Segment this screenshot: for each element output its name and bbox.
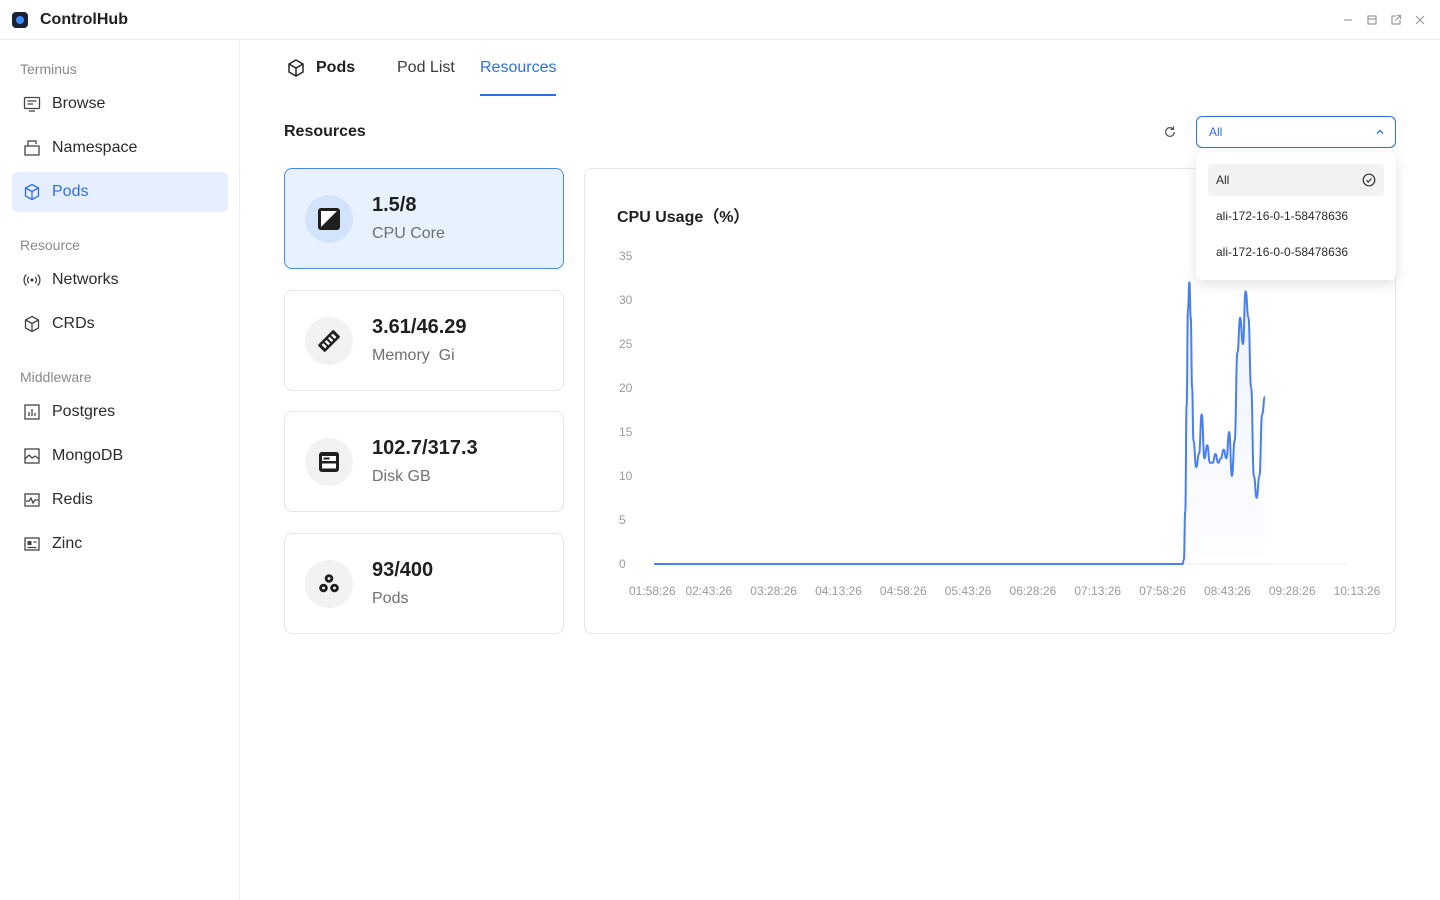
- cpu-icon: [318, 208, 340, 230]
- image-stack-icon: [22, 447, 42, 465]
- cpu-card[interactable]: 1.5/8 CPU Core: [284, 168, 564, 269]
- sidebar-item-redis[interactable]: Redis: [12, 480, 228, 520]
- card-label: Disk GB: [372, 468, 431, 485]
- page-title: Pods: [316, 59, 356, 76]
- wifi-icon: [22, 271, 42, 289]
- close-icon[interactable]: [1412, 12, 1428, 28]
- bar-chart-icon: [22, 403, 42, 421]
- memory-card[interactable]: 3.61/46.29 Memory Gi: [284, 290, 564, 391]
- x-tick-label: 06:28:26: [1010, 584, 1057, 598]
- tab-active-indicator: [480, 94, 556, 96]
- disk-card[interactable]: 102.7/317.3 Disk GB: [284, 411, 564, 512]
- check-circle-icon: [1362, 173, 1376, 187]
- sidebar-item-label: Namespace: [52, 139, 138, 156]
- sidebar-item-crds[interactable]: CRDs: [12, 304, 228, 344]
- sidebar-item-pods[interactable]: Pods: [12, 172, 228, 212]
- card-label: Pods: [372, 590, 409, 607]
- tab-pod-list[interactable]: Pod List: [397, 59, 455, 77]
- id-card-icon: [22, 535, 42, 553]
- series-line: [653, 281, 1266, 565]
- card-value: 1.5/8: [372, 194, 417, 216]
- section-label-middleware: Middleware: [20, 369, 92, 385]
- dropdown-option-node-1[interactable]: ali-172-16-0-1-58478636: [1208, 200, 1384, 232]
- sidebar-item-zinc[interactable]: Zinc: [12, 524, 228, 564]
- x-tick-label: 02:43:26: [685, 584, 732, 598]
- pods-card[interactable]: 93/400 Pods: [284, 533, 564, 634]
- select-value: All: [1209, 125, 1223, 139]
- option-label: All: [1216, 173, 1230, 187]
- section-title: Resources: [284, 123, 366, 140]
- x-tick-label: 08:43:26: [1204, 584, 1251, 598]
- x-tick-label: 03:28:26: [750, 584, 797, 598]
- disk-icon: [319, 452, 339, 472]
- x-tick-label: 07:58:26: [1139, 584, 1186, 598]
- memory-icon: [318, 330, 340, 352]
- y-tick-label: 20: [619, 381, 633, 395]
- sidebar-item-networks[interactable]: Networks: [12, 260, 228, 300]
- series-area: [654, 282, 1265, 564]
- app-logo-icon: [12, 12, 28, 28]
- y-tick-label: 5: [619, 513, 626, 527]
- dropdown-option-node-0[interactable]: ali-172-16-0-0-58478636: [1208, 236, 1384, 268]
- card-value: 3.61/46.29: [372, 316, 467, 338]
- card-value: 93/400: [372, 559, 434, 581]
- sidebar-item-label: CRDs: [52, 315, 95, 332]
- sidebar-item-postgres[interactable]: Postgres: [12, 392, 228, 432]
- y-tick-label: 0: [619, 557, 626, 571]
- sidebar-item-label: Redis: [52, 491, 93, 508]
- x-tick-label: 01:58:26: [629, 584, 676, 598]
- card-label: Memory Gi: [372, 347, 455, 364]
- section-label-terminus: Terminus: [20, 61, 77, 77]
- folder-icon: [22, 139, 42, 157]
- popout-icon[interactable]: [1388, 12, 1404, 28]
- y-tick-label: 35: [619, 249, 633, 263]
- x-tick-label: 04:58:26: [880, 584, 927, 598]
- sidebar-item-label: Postgres: [52, 403, 116, 420]
- y-tick-label: 30: [619, 293, 633, 307]
- minimize-icon[interactable]: [1340, 12, 1356, 28]
- sidebar-item-label: Browse: [52, 95, 106, 112]
- cube-icon: [22, 183, 42, 201]
- option-label: ali-172-16-0-1-58478636: [1216, 209, 1349, 223]
- title-bar: ControlHub: [0, 0, 1440, 40]
- y-tick-label: 25: [619, 337, 633, 351]
- x-tick-label: 10:13:26: [1334, 584, 1381, 598]
- app-title: ControlHub: [40, 11, 128, 28]
- refresh-icon: [1165, 126, 1175, 137]
- y-tick-label: 15: [619, 425, 633, 439]
- sidebar-item-label: Pods: [52, 183, 89, 200]
- sidebar-item-label: Zinc: [52, 535, 83, 552]
- sidebar-item-namespace[interactable]: Namespace: [12, 128, 228, 168]
- node-select-dropdown: All ali-172-16-0-1-58478636 ali-172-16-0…: [1196, 152, 1396, 280]
- chevron-up-icon: [1376, 129, 1384, 134]
- tab-resources[interactable]: Resources: [480, 59, 556, 77]
- cube-icon: [22, 315, 42, 333]
- node-select[interactable]: All: [1196, 116, 1396, 148]
- sidebar-item-label: Networks: [52, 271, 119, 288]
- sidebar-item-label: MongoDB: [52, 447, 124, 464]
- section-label-resource: Resource: [20, 237, 80, 253]
- refresh-button[interactable]: [1160, 122, 1180, 142]
- card-value: 102.7/317.3: [372, 437, 478, 459]
- x-tick-label: 09:28:26: [1269, 584, 1316, 598]
- x-tick-label: 05:43:26: [945, 584, 992, 598]
- pulse-icon: [22, 491, 42, 509]
- x-tick-label: 07:13:26: [1074, 584, 1121, 598]
- sidebar-item-mongodb[interactable]: MongoDB: [12, 436, 228, 476]
- pods-icon: [319, 574, 339, 593]
- card-label: CPU Core: [372, 225, 445, 242]
- option-label: ali-172-16-0-0-58478636: [1216, 245, 1349, 259]
- sidebar: Terminus Browse Namespace Pods Resource …: [0, 40, 240, 900]
- sidebar-item-browse[interactable]: Browse: [12, 84, 228, 124]
- monitor-icon: [22, 95, 42, 113]
- dropdown-option-all[interactable]: All: [1208, 164, 1384, 196]
- maximize-icon[interactable]: [1364, 12, 1380, 28]
- x-tick-label: 04:13:26: [815, 584, 862, 598]
- cube-icon: [288, 59, 304, 77]
- y-tick-label: 10: [619, 469, 633, 483]
